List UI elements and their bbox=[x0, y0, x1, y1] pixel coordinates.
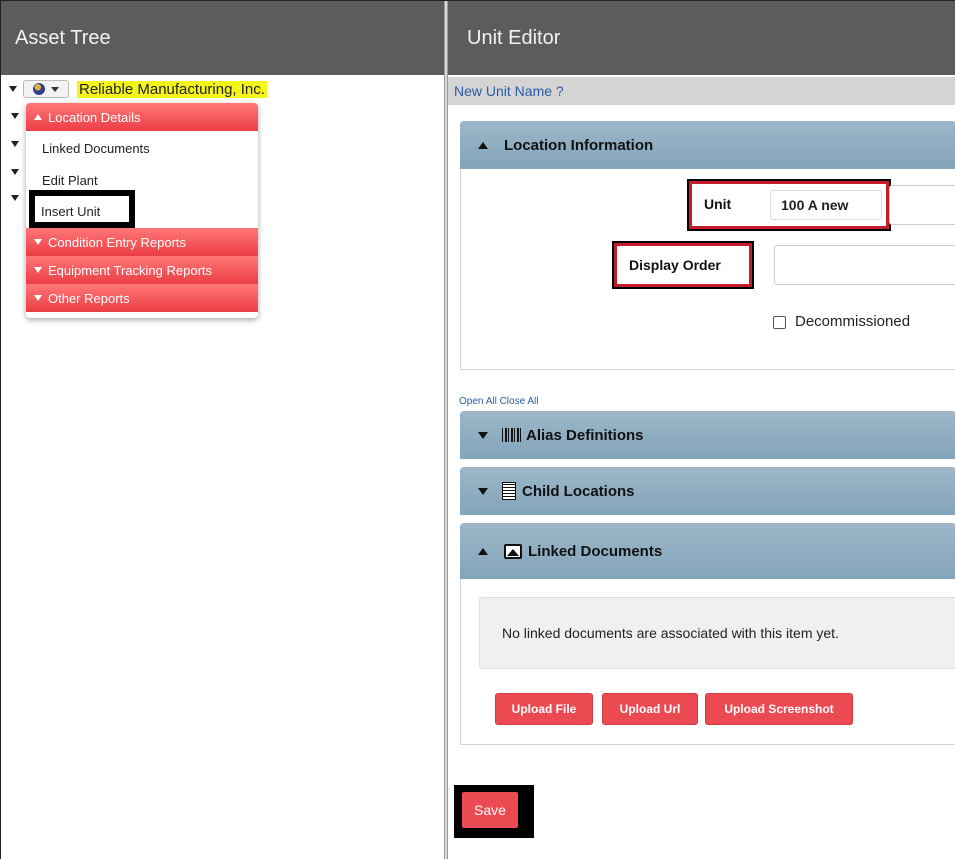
image-icon bbox=[504, 543, 522, 559]
location-information-header[interactable]: Location Information bbox=[460, 121, 955, 169]
unit-input-extension[interactable] bbox=[889, 185, 955, 225]
globe-icon bbox=[33, 83, 45, 95]
display-order-input[interactable] bbox=[774, 245, 955, 285]
decommissioned-label[interactable]: Decommissioned bbox=[795, 313, 910, 330]
triangle-down-icon bbox=[478, 431, 488, 439]
upload-url-button[interactable]: Upload Url bbox=[602, 693, 698, 725]
triangle-up-icon bbox=[478, 141, 488, 149]
unit-field-highlight: Unit 100 A new bbox=[687, 179, 891, 231]
alias-definitions-header[interactable]: Alias Definitions bbox=[460, 411, 955, 459]
alias-definitions-section: Alias Definitions bbox=[460, 411, 955, 459]
upload-file-button[interactable]: Upload File bbox=[495, 693, 593, 725]
unit-input-value: 100 A new bbox=[781, 197, 849, 213]
unit-editor-header: Unit Editor bbox=[448, 1, 955, 75]
triangle-down-icon bbox=[34, 267, 42, 273]
asset-tree-header: Asset Tree bbox=[1, 1, 444, 75]
upload-screenshot-button[interactable]: Upload Screenshot bbox=[705, 693, 853, 725]
triangle-up-icon bbox=[34, 114, 42, 120]
child-locations-title: Child Locations bbox=[522, 482, 635, 500]
upload-url-label: Upload Url bbox=[619, 702, 681, 716]
menu-linked-documents[interactable]: Linked Documents bbox=[42, 141, 150, 156]
menu-other-reports[interactable]: Other Reports bbox=[26, 284, 258, 312]
linked-documents-body: No linked documents are associated with … bbox=[460, 579, 955, 745]
save-button[interactable]: Save bbox=[462, 792, 518, 828]
display-order-label-highlight: Display Order bbox=[612, 241, 754, 289]
child-locations-header[interactable]: Child Locations bbox=[460, 467, 955, 515]
expand-triangle-icon[interactable] bbox=[11, 113, 19, 119]
upload-file-label: Upload File bbox=[511, 702, 577, 716]
linked-documents-section: Linked Documents No linked documents are… bbox=[460, 523, 955, 745]
child-locations-section: Child Locations bbox=[460, 467, 955, 515]
upload-screenshot-label: Upload Screenshot bbox=[724, 702, 834, 716]
menu-other-reports-label: Other Reports bbox=[48, 290, 130, 306]
asset-tree-panel: Asset Tree Reliable Manufacturing, Inc. … bbox=[1, 1, 444, 859]
decommissioned-checkbox[interactable] bbox=[773, 316, 786, 329]
new-unit-name-link[interactable]: New Unit Name ? bbox=[454, 83, 564, 99]
unit-editor-panel: Unit Editor New Unit Name ? Location Inf… bbox=[448, 1, 955, 859]
linked-documents-title: Linked Documents bbox=[528, 542, 663, 560]
unit-name-bar: New Unit Name ? bbox=[448, 77, 955, 105]
triangle-down-icon bbox=[34, 295, 42, 301]
no-documents-message: No linked documents are associated with … bbox=[479, 597, 955, 669]
display-order-label: Display Order bbox=[629, 257, 721, 273]
location-information-section: Location Information Unit 100 A new Disp… bbox=[460, 121, 955, 371]
save-label: Save bbox=[474, 802, 506, 818]
menu-location-details[interactable]: Location Details bbox=[26, 103, 258, 131]
menu-location-details-label: Location Details bbox=[48, 109, 141, 125]
menu-edit-plant[interactable]: Edit Plant bbox=[42, 173, 98, 188]
tree-root-label[interactable]: Reliable Manufacturing, Inc. bbox=[77, 80, 267, 98]
menu-equipment-tracking-reports[interactable]: Equipment Tracking Reports bbox=[26, 256, 258, 284]
barcode-icon bbox=[502, 428, 522, 442]
triangle-up-icon bbox=[478, 547, 488, 555]
expand-triangle-icon[interactable] bbox=[9, 86, 17, 92]
triangle-down-icon bbox=[34, 239, 42, 245]
save-button-highlight: Save bbox=[454, 785, 534, 838]
node-context-menu: Location Details Linked Documents Edit P… bbox=[26, 103, 258, 318]
expand-triangle-icon[interactable] bbox=[11, 169, 19, 175]
alias-definitions-title: Alias Definitions bbox=[526, 426, 644, 444]
menu-insert-unit-label: Insert Unit bbox=[41, 204, 101, 219]
caret-down-icon bbox=[51, 86, 59, 92]
node-menu-button[interactable] bbox=[23, 80, 69, 98]
building-icon bbox=[502, 482, 516, 500]
unit-input[interactable]: 100 A new bbox=[770, 190, 882, 220]
unit-editor-title: Unit Editor bbox=[467, 27, 561, 49]
menu-condition-entry-reports-label: Condition Entry Reports bbox=[48, 234, 187, 250]
expand-triangle-icon[interactable] bbox=[11, 141, 19, 147]
linked-documents-header[interactable]: Linked Documents bbox=[460, 523, 955, 579]
expand-triangle-icon[interactable] bbox=[11, 195, 19, 201]
tree-root-row[interactable]: Reliable Manufacturing, Inc. bbox=[9, 79, 267, 99]
menu-insert-unit[interactable]: Insert Unit bbox=[29, 190, 135, 228]
app-frame: Asset Tree Reliable Manufacturing, Inc. … bbox=[0, 0, 955, 859]
location-information-body: Unit 100 A new Display Order Decommissio… bbox=[460, 169, 955, 370]
menu-condition-entry-reports[interactable]: Condition Entry Reports bbox=[26, 228, 258, 256]
menu-equipment-tracking-reports-label: Equipment Tracking Reports bbox=[48, 262, 213, 278]
location-information-title: Location Information bbox=[504, 136, 654, 154]
open-close-all-links[interactable]: Open All Close All bbox=[459, 396, 539, 407]
no-documents-text: No linked documents are associated with … bbox=[502, 625, 839, 641]
triangle-down-icon bbox=[478, 487, 488, 495]
asset-tree-title: Asset Tree bbox=[15, 27, 111, 49]
unit-label: Unit bbox=[704, 196, 732, 212]
